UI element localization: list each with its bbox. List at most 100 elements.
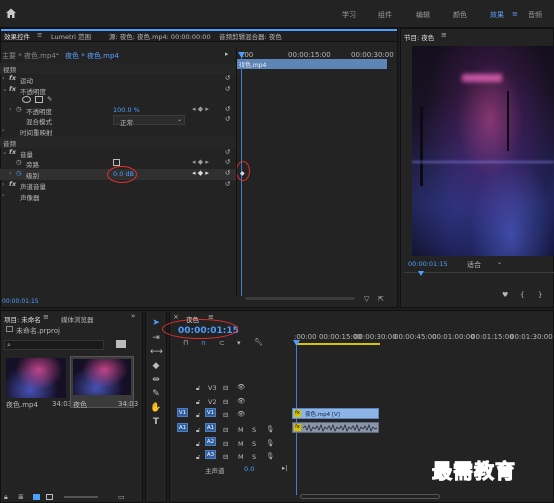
fit-select[interactable]: 适合 ⌄ [465, 259, 505, 269]
work-area-bar[interactable] [296, 343, 380, 345]
expand-icon[interactable]: › [2, 191, 5, 199]
reset-icon[interactable]: ↺ [225, 85, 230, 93]
collapse-icon[interactable]: ⌄ [2, 85, 7, 93]
lock-icon[interactable]: 🔓︎ [196, 384, 200, 393]
keyframe-nav-icon[interactable]: ◂ ◆ ▸ [192, 105, 209, 113]
reset-icon[interactable]: ↺ [225, 158, 230, 166]
sync-lock-icon[interactable]: ⊟ [223, 453, 228, 461]
expand-icon[interactable]: › [2, 180, 5, 188]
list-view-icon[interactable]: ≣ [18, 493, 24, 501]
project-item-clip[interactable] [6, 358, 66, 398]
expand-icon[interactable]: › [9, 105, 12, 113]
track-select-icon[interactable]: ⇥ [150, 333, 162, 345]
marker-icon[interactable]: ♥ [502, 291, 508, 299]
clip-bar[interactable]: 夜色.mp4 [237, 59, 387, 69]
icon-view-icon[interactable] [33, 494, 40, 500]
eye-icon[interactable]: 👁︎ [237, 383, 245, 391]
track-label-v1[interactable]: V1 [205, 408, 216, 417]
freeform-view-icon[interactable] [46, 494, 53, 500]
rect-mask-icon[interactable] [35, 96, 43, 103]
menu-icon[interactable]: ≡ [43, 313, 49, 321]
source-patch-a1[interactable]: A1 [177, 423, 188, 432]
lock-icon[interactable]: 🔓︎ [196, 426, 200, 435]
tab-audio-clip-mixer[interactable]: 音频剪辑混合器: 夜色 [219, 31, 282, 41]
mute-icon[interactable]: M [238, 453, 244, 461]
reset-icon[interactable]: ↺ [225, 105, 230, 113]
solo-icon[interactable]: S [252, 426, 256, 434]
overflow-icon[interactable]: » [131, 312, 135, 320]
pen-mask-icon[interactable]: ✎ [47, 95, 52, 103]
reset-icon[interactable]: ↺ [225, 169, 230, 177]
fx-icon[interactable]: fx [9, 74, 16, 82]
keyframe-nav-icon[interactable]: ◂ ◆ ▸ [192, 158, 209, 166]
eye-icon[interactable]: 👁︎ [237, 410, 245, 418]
lock-icon[interactable]: 🔓︎ [196, 453, 200, 462]
clip-selector[interactable]: 夜色 * 夜色.mp4 [65, 51, 119, 61]
horizontal-scrollbar[interactable] [300, 494, 440, 499]
track-label-a2[interactable]: A2 [205, 437, 216, 446]
expand-icon[interactable]: › [2, 74, 5, 82]
fx-icon[interactable]: fx [9, 180, 16, 188]
workspace-menu-icon[interactable]: ≡ [512, 10, 518, 18]
program-monitor-title[interactable]: 节目: 夜色 [404, 32, 434, 42]
motion-row[interactable]: › fx 运动 ↺ [0, 74, 236, 85]
reset-icon[interactable]: ↺ [225, 148, 230, 156]
fx-icon[interactable]: fx [9, 85, 16, 93]
add-marker-icon[interactable]: ▾ [237, 339, 241, 347]
linked-select-icon[interactable]: ⊂ [219, 339, 225, 347]
lock-icon[interactable]: 🔓︎ [196, 440, 200, 449]
reset-icon[interactable]: ↺ [225, 74, 230, 82]
slip-tool-icon[interactable]: ⇹ [150, 375, 162, 387]
ellipse-mask-icon[interactable] [22, 96, 31, 103]
workspace-editing[interactable]: 编辑 [416, 10, 430, 20]
go-to-end-icon[interactable]: ▸| [282, 464, 287, 472]
keyframe-nav-icon[interactable]: ◂ ◆ ▸ [192, 169, 209, 177]
lock-icon[interactable]: 🔓︎ [196, 411, 200, 420]
tab-effect-controls[interactable]: 效果控件 [4, 31, 30, 41]
collapse-icon[interactable]: ⌄ [2, 148, 7, 156]
a1-clip[interactable]: fx [292, 422, 379, 433]
eye-icon[interactable]: 👁︎ [237, 397, 245, 405]
tab-media-browser[interactable]: 媒体浏览器 [61, 314, 94, 324]
mute-icon[interactable]: M [238, 440, 244, 448]
source-patch-v1[interactable]: V1 [177, 408, 188, 417]
track-label-a1[interactable]: A1 [205, 423, 216, 432]
lock-icon[interactable]: 🔓︎ [196, 398, 200, 407]
mark-in-icon[interactable]: { [520, 291, 524, 299]
nest-icon[interactable]: ⊓ [183, 339, 188, 347]
zoom-slider[interactable] [64, 496, 98, 498]
sync-lock-icon[interactable]: ⊟ [223, 440, 228, 448]
sync-lock-icon[interactable]: ⊟ [223, 426, 228, 434]
program-timecode[interactable]: 00:00:01:15 [408, 260, 448, 268]
effect-controls-timecode[interactable]: 00:00:01:15 [2, 298, 39, 305]
master-track-value[interactable]: 0.0 [244, 465, 254, 473]
new-item-icon[interactable]: ▭ [118, 493, 125, 501]
track-label-a3[interactable]: A3 [205, 450, 216, 459]
sync-lock-icon[interactable]: ⊟ [223, 411, 228, 419]
mute-icon[interactable]: M [238, 426, 244, 434]
chevron-down-icon[interactable]: ⌄ [55, 50, 60, 57]
mic-icon[interactable]: 🎙︎ [266, 452, 274, 460]
solo-icon[interactable]: S [252, 453, 256, 461]
mic-icon[interactable]: 🎙︎ [266, 425, 274, 433]
fx-icon[interactable]: fx [9, 148, 16, 156]
ripple-edit-icon[interactable]: ⟷ [150, 347, 163, 359]
stopwatch-icon[interactable]: ◷ [16, 105, 22, 113]
time-remap-row[interactable]: › 时间重映射 [0, 126, 236, 137]
mark-out-icon[interactable]: } [538, 291, 542, 299]
selection-tool-icon[interactable]: ➤ [150, 318, 162, 330]
program-monitor-video[interactable] [412, 46, 554, 256]
tab-project[interactable]: 项目: 未命名 [4, 314, 41, 324]
v1-clip[interactable]: fx 夜色.mp4 [V] [292, 408, 379, 419]
sync-lock-icon[interactable]: ⊟ [223, 398, 228, 406]
hand-tool-icon[interactable]: ✋ [150, 403, 162, 415]
timeline-playhead-line[interactable] [296, 345, 297, 495]
tab-lumetri-scopes[interactable]: Lumetri 范围 [51, 31, 91, 41]
workspace-audio[interactable]: 音频 [528, 10, 542, 20]
blend-mode-select[interactable]: 正常 ⌄ [113, 115, 185, 127]
stopwatch-icon[interactable]: ◷ [16, 158, 22, 166]
menu-icon[interactable]: ≡ [441, 31, 447, 39]
wrench-icon[interactable]: 🔧︎ [254, 338, 263, 346]
lock-icon[interactable]: 🔒︎ [4, 493, 8, 502]
zoom-slider-icon[interactable] [245, 297, 355, 300]
